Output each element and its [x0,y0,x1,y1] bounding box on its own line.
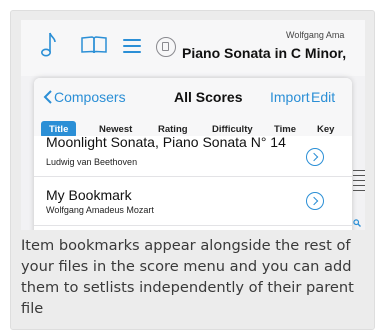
bookmark-title: My Bookmark [46,187,132,203]
bookmark-row[interactable]: My Bookmark Wolfgang Amadeus Mozart [34,177,352,226]
top-toolbar: Wolfgang Ama Piano Sonata in C Minor, [21,20,365,76]
search-icon[interactable] [353,219,361,227]
score-title: Moonlight Sonata, Piano Sonata N° 14 [46,134,286,150]
tip-card: Wolfgang Ama Piano Sonata in C Minor, Co… [10,10,375,330]
chevron-right-circle-icon[interactable] [306,148,324,166]
scores-popover: Composers All Scores Import Edit Title N… [34,78,352,230]
current-composer: Wolfgang Ama [286,30,345,40]
chevron-left-icon[interactable] [42,90,54,104]
edit-button[interactable]: Edit [311,89,335,105]
music-note-icon[interactable] [41,32,57,58]
hamburger-menu-icon[interactable] [123,39,141,53]
score-page-edge [353,170,365,220]
chevron-right-circle-icon[interactable] [306,192,324,210]
back-composers-button[interactable]: Composers [54,89,126,105]
score-row[interactable]: Moonlight Sonata, Piano Sonata N° 14 Lud… [34,134,352,177]
current-score-title[interactable]: Piano Sonata in C Minor, [182,45,365,61]
document-icon[interactable] [156,37,176,57]
bookmark-composer: Wolfgang Amadeus Mozart [46,205,154,215]
popover-header: Composers All Scores Import Edit [34,78,352,116]
tip-caption: Item bookmarks appear alongside the rest… [21,237,354,317]
popover-title: All Scores [174,89,243,105]
app-screenshot: Wolfgang Ama Piano Sonata in C Minor, Co… [21,20,365,230]
library-book-icon[interactable] [81,36,107,54]
score-composer: Ludwig van Beethoven [46,157,138,167]
import-button[interactable]: Import [270,89,310,105]
